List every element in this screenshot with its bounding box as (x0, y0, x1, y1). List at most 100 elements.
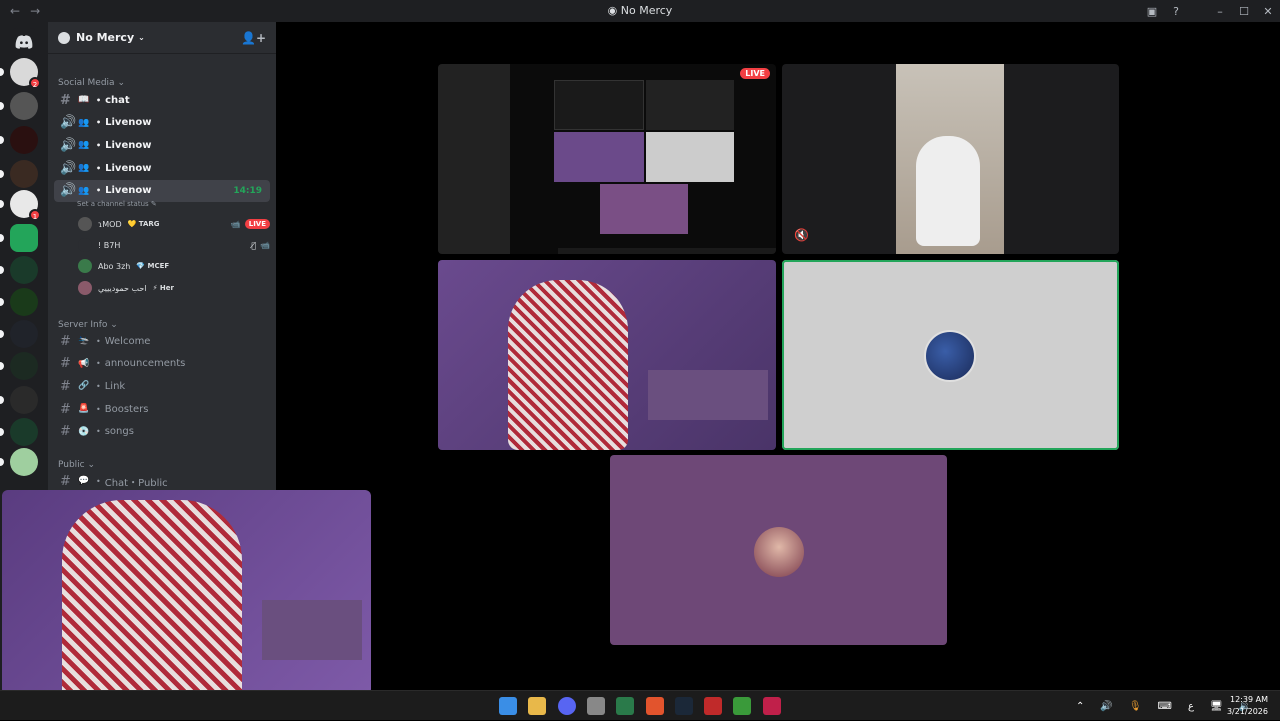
channel-chat[interactable]: # 📖 • chat (54, 89, 270, 111)
speaker-icon: 🔊 (60, 115, 77, 131)
discord-taskbar-icon[interactable] (557, 697, 576, 715)
steam-taskbar-icon[interactable] (674, 697, 693, 715)
minecraft-taskbar-icon[interactable] (733, 697, 752, 715)
voice-duration: 14:19 (233, 185, 262, 196)
channel-link[interactable]: # 🔗 • Link (54, 375, 270, 397)
server-icon[interactable] (10, 448, 38, 476)
server-icon[interactable] (10, 418, 38, 446)
member-tag: ⚡ Her (152, 284, 174, 292)
channel-emoji-icon: 👥 (78, 185, 90, 196)
server-icon[interactable] (10, 126, 38, 154)
screenshare-mini-tile (646, 132, 734, 182)
channel-livenow[interactable]: 🔊 👥 • Livenow (54, 157, 270, 179)
mic-muted-icon: 🔇 (794, 228, 809, 242)
screenshare-tile[interactable]: LIVE (438, 64, 776, 254)
unread-indicator (0, 458, 4, 466)
camera-icon: 📹 (230, 219, 241, 229)
minimize-button[interactable]: – (1208, 5, 1232, 18)
camera-tile[interactable] (438, 260, 776, 450)
chrome-alt-taskbar-icon[interactable] (586, 697, 605, 715)
unread-indicator (0, 396, 4, 404)
avatar-tile[interactable] (610, 455, 947, 645)
voice-member[interactable]: ! B7H 🎙̸ 📹 (78, 235, 270, 255)
channel-welcome[interactable]: # 🛬 • Welcome (54, 330, 270, 352)
channel-emoji-icon: 💿 (78, 426, 90, 437)
app-a-taskbar-icon[interactable] (762, 697, 781, 715)
screenshare-sidebar (438, 64, 510, 254)
server-header[interactable]: No Mercy ⌄ 👤+ (48, 22, 276, 54)
inbox-icon[interactable]: ▣ (1140, 5, 1164, 18)
channel-emoji-icon: 🛬 (78, 336, 90, 346)
server-icon[interactable] (10, 92, 38, 120)
channel-announcements[interactable]: # 📢 • announcements (54, 353, 270, 375)
server-icon[interactable] (10, 160, 38, 188)
unread-indicator (0, 266, 4, 274)
server-icon (58, 31, 70, 44)
windows-taskbar-icon[interactable] (499, 697, 517, 715)
member-name: احب حموديييي (98, 283, 147, 293)
channel-label: Link (104, 380, 126, 392)
speaker-icon[interactable]: 🔊 (1100, 701, 1112, 712)
app-red-taskbar-icon[interactable] (704, 697, 723, 715)
unread-indicator (0, 102, 4, 110)
server-icon[interactable] (10, 352, 38, 380)
hash-icon: # (60, 424, 71, 440)
clock[interactable]: 12:39 AM 3/21/2026 (1227, 694, 1268, 718)
server-name: No Mercy (76, 31, 135, 44)
server-icon[interactable] (10, 256, 38, 284)
avatar (78, 217, 92, 231)
channel-status[interactable]: Set a channel status ✎ (77, 200, 157, 208)
unread-indicator (0, 234, 4, 242)
monitor-icon[interactable]: 🖥 (1210, 701, 1223, 712)
voice-member[interactable]: احب حموديييي ⚡ Her (78, 278, 270, 298)
avatar-tile-speaking[interactable] (782, 260, 1119, 450)
voice-member[interactable]: Abo 3zh 💎 MCEF (78, 256, 270, 276)
avatar (924, 330, 976, 382)
brave-taskbar-icon[interactable] (645, 697, 664, 715)
title-bar: ← → ◉ No Mercy ▣ ? – ☐ ✕ (0, 0, 1280, 22)
unread-indicator (0, 298, 4, 306)
keyboard-icon[interactable]: ⌨ (1158, 701, 1172, 712)
hash-icon: # (60, 92, 71, 108)
window-title: ◉ No Mercy (607, 4, 673, 17)
voice-member[interactable]: ɿMOD 💛 TARG 📹 LIVE (78, 214, 270, 234)
server-icon[interactable] (10, 386, 38, 414)
channel-emoji-icon: 📢 (78, 358, 90, 369)
server-icon[interactable] (10, 320, 38, 348)
files-taskbar-icon[interactable] (528, 697, 547, 715)
server-icon[interactable]: 1 (10, 190, 41, 221)
channel-livenow[interactable]: 🔊 👥 • Livenow (54, 134, 270, 156)
language-indicator[interactable]: ع (1188, 701, 1194, 712)
channel-label: chat (105, 94, 130, 106)
server-icon[interactable] (10, 288, 38, 316)
speaker-icon: 🔊 (60, 160, 77, 176)
camera-subject (916, 136, 980, 246)
server-icon[interactable]: 2 (10, 58, 41, 89)
channel-livenow[interactable]: 🔊 👥 • Livenow (54, 112, 270, 134)
camera-tile[interactable]: 🔇 (782, 64, 1119, 254)
forward-arrow-icon[interactable]: → (30, 4, 40, 18)
channel-songs[interactable]: # 💿 • songs (54, 421, 270, 443)
maximize-button[interactable]: ☐ (1232, 5, 1256, 18)
discord-home-icon[interactable] (10, 28, 38, 56)
voice-stage: LIVE 🔇 (276, 22, 1280, 690)
camera-subject (508, 280, 628, 450)
chevron-up-icon[interactable]: ⌃ (1076, 701, 1084, 712)
channel-livenow[interactable]: 🔊 👥 • Livenow 14:19 (54, 179, 270, 202)
channel-chat-public[interactable]: # 💬 • Chat・Public (54, 470, 270, 492)
camera-icon: 📹 (260, 240, 270, 250)
back-arrow-icon[interactable]: ← (10, 4, 20, 18)
server-icon[interactable] (10, 224, 38, 252)
chevron-down-icon: ⌄ (138, 33, 145, 42)
microphone-icon[interactable]: 🎙 (1129, 701, 1142, 712)
avatar (78, 281, 92, 295)
close-button[interactable]: ✕ (1256, 5, 1280, 18)
channel-boosters[interactable]: # 🚨 • Boosters (54, 398, 270, 420)
help-icon[interactable]: ? (1164, 5, 1188, 18)
add-user-icon[interactable]: 👤+ (241, 31, 266, 45)
mic-muted-icon: 🎙̸ (251, 240, 257, 250)
clock-date: 3/21/2026 (1226, 707, 1268, 716)
xbox-taskbar-icon[interactable] (616, 697, 635, 715)
picture-in-picture-video[interactable] (2, 490, 371, 695)
system-tray: ⌃ 🔊 🎙 ⌨ ع 🖥 🔉 (1076, 691, 1251, 721)
